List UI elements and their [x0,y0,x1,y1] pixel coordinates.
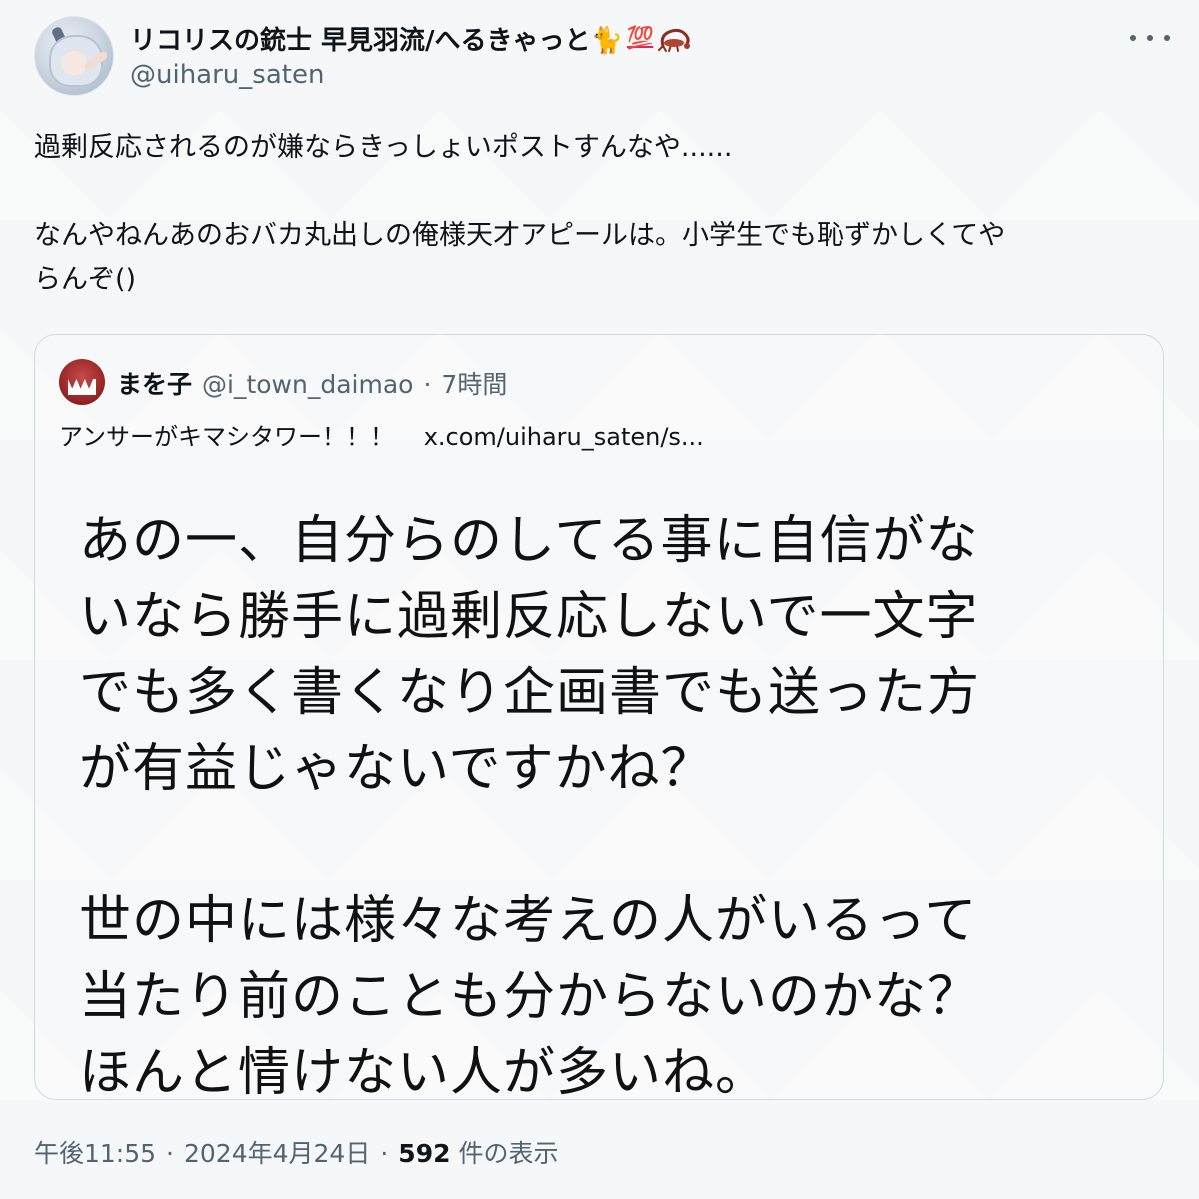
author-handle[interactable]: @uiharu_saten [130,60,324,90]
more-dots-icon [1130,35,1136,41]
quoted-tweet-header: まを子 @i_town_daimao · 7時間 [117,365,507,401]
quoted-tweet-body: アンサーがキマシタワー！！！ [59,423,395,451]
tweet-text-line: なんやねんあのおバカ丸出しの俺様天才アピールは。小学生でも恥ずかしくてや [34,220,1006,251]
tweet-footer: 午後11:55 · 2024年4月24日 · 592 件の表示 [34,1134,558,1170]
quoted-tweet-time[interactable]: 7時間 [441,365,507,401]
image-text: あの一、自分らのしてる事に自信がな いなら勝手に過剰反応しないで一文字 でも多く… [79,503,1119,1100]
post-date[interactable]: 2024年4月24日 [184,1134,370,1170]
quoted-tweet-card[interactable]: まを子 @i_town_daimao · 7時間 アンサーがキマシタワー！！！ … [34,334,1164,1100]
author-name-row[interactable]: リコリスの銃士 早見羽流/へるきゃっと🐈 💯 [130,20,695,57]
separator: · [380,1139,389,1168]
image-text-line: 世の中には様々な考えの人がいるって [79,891,978,951]
hundred-points-icon: 💯 [626,26,654,51]
tweet-text: 過剰反応されるのが嫌ならきっしょいポストすんなや...... なんやねんあのおバ… [34,126,1169,302]
author-avatar[interactable] [34,16,114,96]
quoted-tweet-text: アンサーがキマシタワー！！！ x.com/uiharu_saten/s... [59,417,704,452]
author-display-name[interactable]: リコリスの銃士 早見羽流/へるきゃっと🐈 [130,20,623,57]
quoted-author-name[interactable]: まを子 [117,365,192,401]
image-text-line: でも多く書くなり企画書でも送った方 [79,663,981,723]
quoted-tweet-link[interactable]: x.com/uiharu_saten/s... [424,423,704,451]
image-text-line: いなら勝手に過剰反応しないで一文字 [79,587,979,647]
quoted-author-handle[interactable]: @i_town_daimao [202,370,413,399]
separator: · [166,1139,174,1168]
image-text-line: 当たり前のことも分からないのかな？ [79,967,981,1027]
tweet-text-line: 過剰反応されるのが嫌ならきっしょいポストすんなや...... [34,132,733,163]
image-text-line: あの一、自分らのしてる事に自信がな [79,511,979,571]
quoted-tweet-image[interactable]: あの一、自分らのしてる事に自信がな いなら勝手に過剰反応しないで一文字 でも多く… [35,485,1163,1099]
image-text-line: ほんと情けない人が多いね。 [79,1043,769,1100]
separator: · [423,370,432,399]
scorpion-icon [658,28,691,52]
post-time[interactable]: 午後11:55 [34,1134,156,1170]
tweet: リコリスの銃士 早見羽流/へるきゃっと🐈 💯 @uiharu_saten 過剰反… [0,0,1199,1199]
views-label: 件の表示 [458,1139,559,1168]
quoted-author-avatar[interactable] [59,359,105,405]
tweet-text-line: らんぞ() [34,264,137,295]
image-text-line: が有益じゃないですかね？ [79,739,714,799]
views-count: 592 [398,1139,451,1168]
more-options-button[interactable] [1130,26,1170,50]
